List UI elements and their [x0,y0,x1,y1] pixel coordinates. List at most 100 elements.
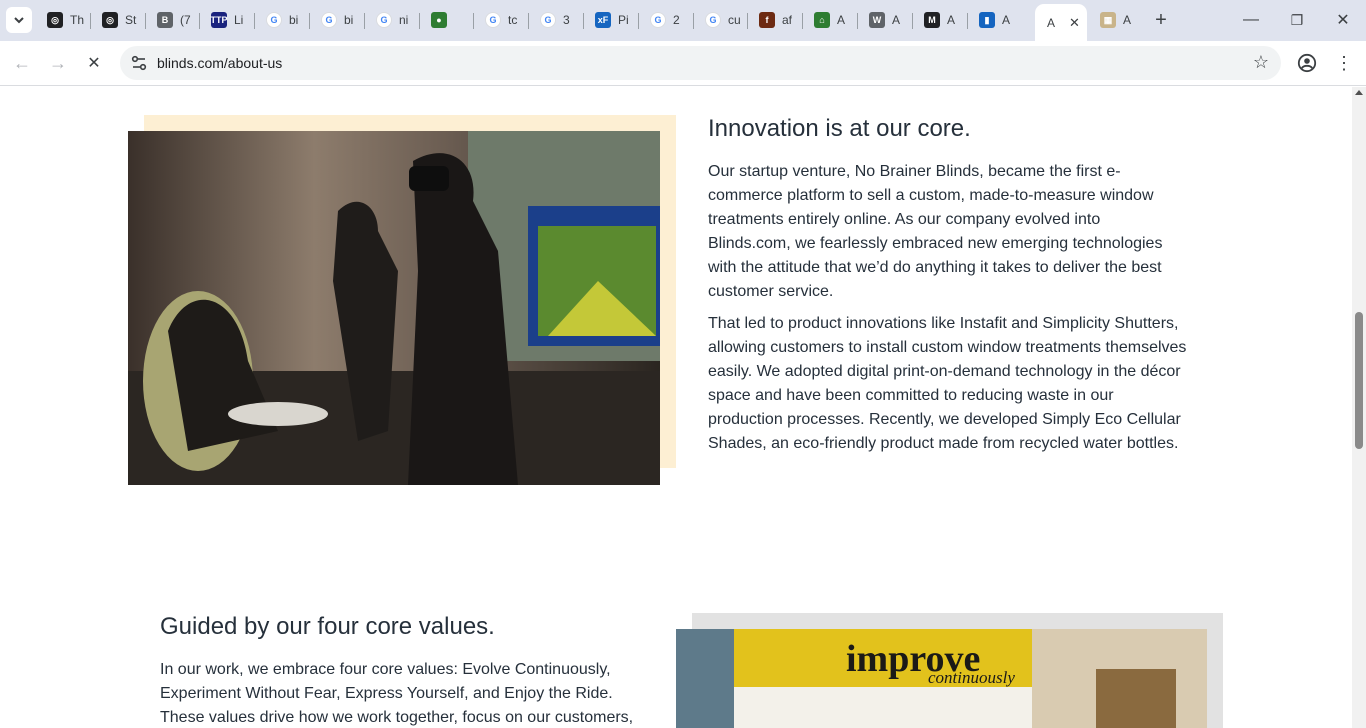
tab-favicon-icon: ⌂ [814,12,830,28]
new-tab-button[interactable]: + [1150,9,1172,31]
tab-strip: A ✕ ▦ A + — ❐ ✕ ◎ Th ◎ St B (7 TTP Li Gbi Gbi Gni ●… [0,0,1366,41]
paragraph-line: Shades, an eco-friendly product made fro… [708,435,1179,452]
browser-menu-button[interactable]: ⋮ [1331,50,1357,76]
tab-favicon-icon: G [705,12,721,28]
tab-3[interactable]: TTP Li [201,6,253,34]
forward-arrow-icon: → [49,52,67,73]
profile-button[interactable] [1294,50,1320,76]
tab-favicon-icon: G [321,12,337,28]
tab-label: ni [399,13,409,27]
vr-team-photo [128,131,660,485]
paragraph-line: easily. We adopted digital print-on-dema… [708,363,1181,380]
tab-favicon-icon: ● [431,12,447,28]
tab-11[interactable]: G2 [640,6,692,34]
tab-favicon-icon: B [157,12,173,28]
tab-last[interactable]: ▦ A [1090,6,1145,34]
tab-favicon-icon: G [376,12,392,28]
tab-label: 2 [673,13,680,27]
tab-9[interactable]: G3 [530,6,582,34]
minimize-button[interactable]: — [1228,0,1274,40]
restore-button[interactable]: ❐ [1274,0,1320,40]
tab-separator [802,13,803,29]
paragraph-line: Experiment Without Fear, Express Yoursel… [160,685,613,702]
browser-toolbar: ← → ✕ blinds.com/about-us ☆ ⋮ [0,41,1366,86]
tab-2[interactable]: B (7 [147,6,199,34]
tab-15[interactable]: WA [859,6,911,34]
tab-label: 3 [563,13,570,27]
forward-button[interactable]: → [43,48,73,78]
bookmark-star-icon[interactable]: ☆ [1253,52,1269,73]
tab-label: A [947,13,956,27]
close-window-button[interactable]: ✕ [1320,0,1366,40]
tab-label: A [1123,13,1132,27]
tab-favicon-icon: M [924,12,940,28]
tab-favicon-icon: ▦ [1100,12,1116,28]
tab-17[interactable]: ▮ A [969,6,1021,34]
tab-favicon-icon: G [266,12,282,28]
tab-label: bi [344,13,354,27]
profile-icon [1297,53,1317,73]
active-tab[interactable]: A ✕ [1035,4,1087,41]
tab-separator [199,13,200,29]
stop-icon: ✕ [87,55,101,72]
scrollbar-thumb[interactable] [1355,312,1363,449]
page-scrollbar[interactable] [1352,87,1366,728]
tab-12[interactable]: Gcu [695,6,747,34]
paragraph-line: commerce platform to sell a custom, made… [708,187,1154,204]
kebab-menu-icon: ⋮ [1335,52,1353,73]
back-button[interactable]: ← [7,48,37,78]
tab-8[interactable]: Gtc [475,6,527,34]
tab-favicon-icon: G [540,12,556,28]
restore-icon: ❐ [1290,11,1304,28]
stop-loading-button[interactable]: ✕ [79,48,109,78]
tab-favicon-icon: f [759,12,775,28]
tab-separator [364,13,365,29]
tab-label: (7 [180,13,191,27]
tab-separator [747,13,748,29]
close-tab-icon[interactable]: ✕ [1069,15,1080,31]
tab-separator [967,13,968,29]
tab-separator [90,13,91,29]
url-text[interactable]: blinds.com/about-us [157,55,282,71]
tab-separator [912,13,913,29]
paragraph-line: These values drive how we work together,… [160,709,634,726]
paragraph-line: treatments entirely online. As our compa… [708,211,1101,228]
tab-4[interactable]: Gbi [256,6,308,34]
tab-7[interactable]: ● [421,6,473,34]
innovation-heading: Innovation is at our core. [708,115,971,142]
paragraph-line: production processes. Recently, we devel… [708,411,1181,428]
tab-13[interactable]: f af [749,6,801,34]
tab-label: bi [289,13,299,27]
values-paragraph: In our work, we embrace four core values… [160,658,660,728]
tab-search-button[interactable] [6,7,32,33]
tab-label: A [1002,13,1011,27]
paragraph-line: allowing customers to install custom win… [708,339,1187,356]
scroll-up-arrow-icon[interactable] [1355,90,1363,95]
tab-favicon-icon: xF [595,12,611,28]
tab-separator [419,13,420,29]
tab-separator [583,13,584,29]
tab-label: Li [234,13,244,27]
tab-5[interactable]: Gbi [311,6,363,34]
site-settings-icon[interactable] [130,54,148,72]
tab-favicon-icon: G [485,12,501,28]
tab-6[interactable]: Gni [366,6,418,34]
tab-label: tc [508,13,518,27]
back-arrow-icon: ← [13,52,31,73]
tab-separator [528,13,529,29]
values-heading: Guided by our four core values. [160,613,495,640]
tab-label: A [892,13,901,27]
tab-0[interactable]: ◎ Th [37,6,89,34]
paragraph-line: with the attitude that we’d do anything … [708,259,1162,276]
chevron-down-icon [14,17,24,24]
tab-1[interactable]: ◎ St [92,6,144,34]
paragraph-line: Blinds.com, we fearlessly embraced new e… [708,235,1163,252]
address-bar[interactable]: blinds.com/about-us ☆ [120,46,1281,80]
tab-label: af [782,13,793,27]
tab-10[interactable]: xF Pi [585,6,637,34]
tab-favicon-icon: ▮ [979,12,995,28]
tab-16[interactable]: MA [914,6,966,34]
tab-separator [693,13,694,29]
tab-14[interactable]: ⌂ A [804,6,856,34]
tab-separator [473,13,474,29]
